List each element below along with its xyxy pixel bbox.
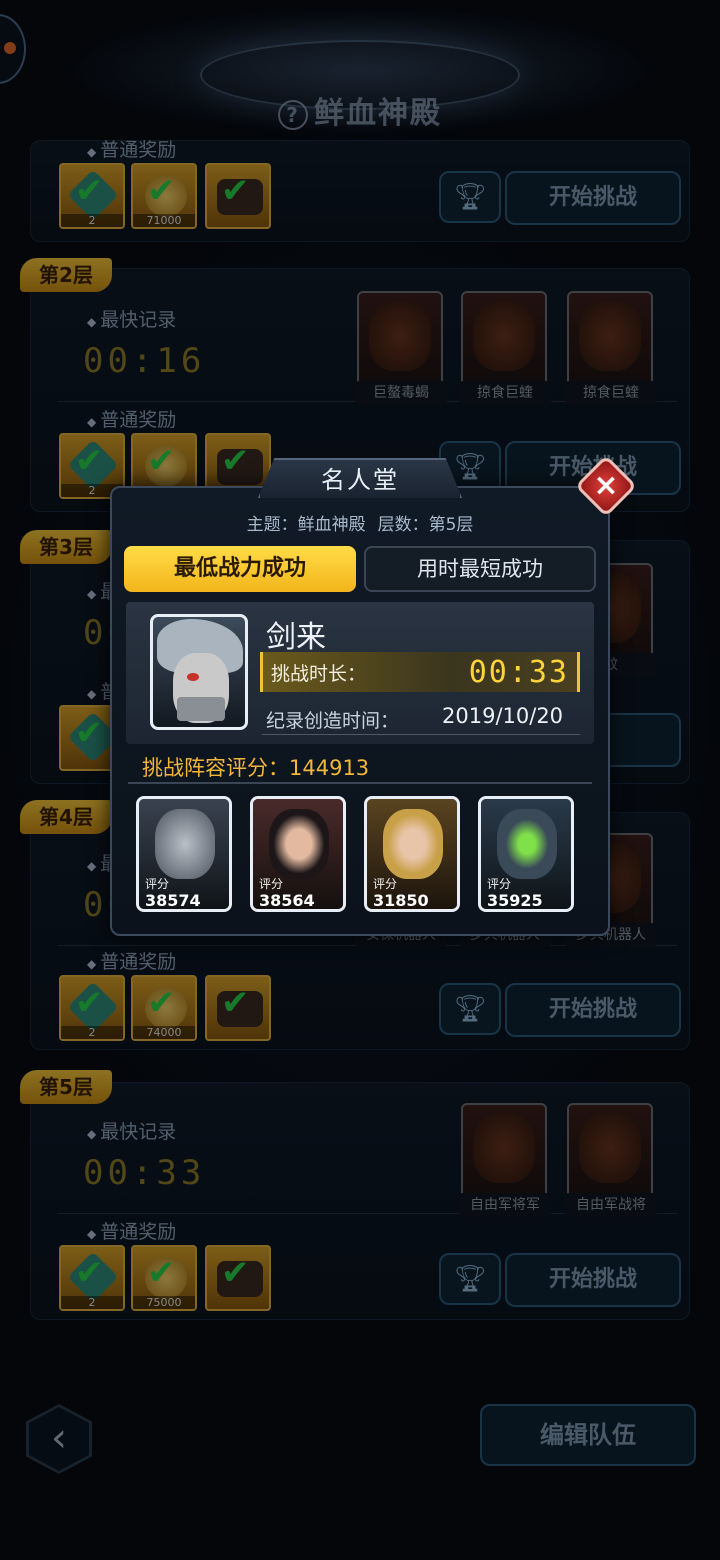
record-created-value: 2019/10/20 <box>442 704 564 728</box>
divider <box>128 782 592 784</box>
hero-score: 38574 <box>145 891 201 910</box>
hero-card[interactable]: 评分 38564 <box>250 796 346 912</box>
hero-face <box>269 809 329 879</box>
hero-score-label: 评分 <box>259 877 284 891</box>
hero-score: 31850 <box>373 891 429 910</box>
duration-value: 00:33 <box>468 655 569 690</box>
divider <box>262 734 580 735</box>
lineup-score-value: 144913 <box>289 756 370 780</box>
avatar-mask <box>177 697 225 721</box>
tab-lowest-power[interactable]: 最低战力成功 <box>124 546 356 592</box>
modal-title: 名人堂 <box>258 458 462 498</box>
hero-card[interactable]: 评分 35925 <box>478 796 574 912</box>
duration-row: 挑战时长： 00:33 <box>260 652 580 692</box>
player-avatar[interactable] <box>150 614 248 730</box>
tab-fastest-time[interactable]: 用时最短成功 <box>364 546 596 592</box>
hero-card[interactable]: 评分 31850 <box>364 796 460 912</box>
modal-floor: 层数：第5层 <box>377 515 474 535</box>
hero-score-label: 评分 <box>145 877 170 891</box>
hero-face <box>383 809 443 879</box>
record-created-label: 纪录创造时间： <box>266 710 400 732</box>
hero-score-label: 评分 <box>373 877 398 891</box>
hero-face <box>497 809 557 879</box>
close-icon: × <box>593 468 619 503</box>
player-name: 剑来 <box>266 620 326 655</box>
hero-card[interactable]: 评分 38574 <box>136 796 232 912</box>
hero-score: 35925 <box>487 891 543 910</box>
modal-subtitle: 主题：鲜血神殿 层数：第5层 <box>110 510 610 535</box>
lineup-score-label: 挑战阵容评分： <box>142 756 289 780</box>
duration-label: 挑战时长： <box>271 663 367 685</box>
modal-theme: 主题：鲜血神殿 <box>246 515 366 535</box>
hero-score-label: 评分 <box>487 877 512 891</box>
lineup-score: 挑战阵容评分：144913 <box>142 752 369 782</box>
avatar-eye <box>187 673 199 681</box>
hero-helmet <box>155 809 215 879</box>
hero-score: 38564 <box>259 891 315 910</box>
